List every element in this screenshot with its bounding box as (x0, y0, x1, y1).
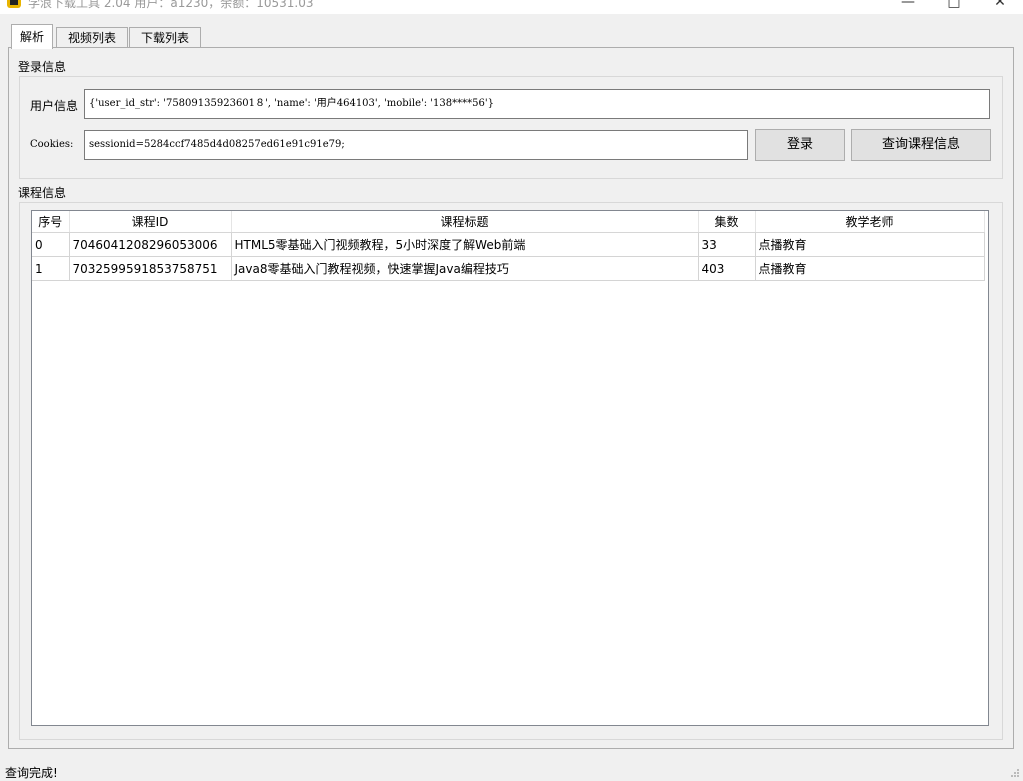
maximize-icon[interactable]: □ (944, 0, 964, 12)
table-row[interactable]: 1 7032599591853758751 Java8零基础入门教程视频，快速掌… (32, 256, 985, 281)
cell-course-id: 7032599591853758751 (69, 256, 232, 281)
status-text: 查询完成! (5, 766, 58, 780)
course-table[interactable]: 序号 课程ID 课程标题 集数 教学老师 0 70460412082960530… (31, 210, 989, 726)
user-info-label: 用户信息 (30, 99, 79, 113)
table-header-row: 序号 课程ID 课程标题 集数 教学老师 (32, 211, 985, 233)
query-course-button[interactable]: 查询课程信息 (851, 129, 991, 161)
tab-video-list[interactable]: 视频列表 (56, 27, 128, 48)
cell-course-title: Java8零基础入门教程视频，快速掌握Java编程技巧 (231, 256, 699, 281)
status-bar: 查询完成! (0, 757, 1023, 781)
column-header-course-id[interactable]: 课程ID (69, 211, 232, 233)
close-icon[interactable]: ✕ (990, 0, 1010, 12)
tab-parse[interactable]: 解析 (11, 24, 53, 49)
column-header-teacher[interactable]: 教学老师 (755, 211, 985, 233)
cell-course-title: HTML5零基础入门视频教程，5小时深度了解Web前端 (231, 232, 699, 257)
course-group-title: 课程信息 (18, 186, 67, 200)
resize-grip-icon[interactable] (1010, 768, 1020, 778)
title-bar: 学浪下载工具 2.04 用户：a1230，余额：10531.03 — □ ✕ (0, 0, 1023, 14)
window-title: 学浪下载工具 2.04 用户：a1230，余额：10531.03 (28, 0, 314, 10)
cell-episodes: 403 (698, 256, 756, 281)
cell-episodes: 33 (698, 232, 756, 257)
tab-download-list[interactable]: 下载列表 (129, 27, 201, 48)
login-button[interactable]: 登录 (755, 129, 845, 161)
app-icon (7, 0, 21, 8)
cell-course-id: 7046041208296053006 (69, 232, 232, 257)
column-header-course-title[interactable]: 课程标题 (231, 211, 699, 233)
cell-index: 1 (32, 256, 70, 281)
column-header-episodes[interactable]: 集数 (698, 211, 756, 233)
cookies-input[interactable]: sessionid=5284ccf7485d4d08257ed61e91c91e… (84, 130, 748, 160)
login-group-title: 登录信息 (18, 60, 67, 74)
cell-teacher: 点播教育 (755, 256, 985, 281)
cookies-label: Cookies: (30, 139, 74, 150)
table-row[interactable]: 0 7046041208296053006 HTML5零基础入门视频教程，5小时… (32, 232, 985, 257)
column-header-index[interactable]: 序号 (32, 211, 70, 233)
cell-teacher: 点播教育 (755, 232, 985, 257)
user-info-field[interactable]: {'user_id_str': '75809135923601８', 'name… (84, 89, 990, 119)
cell-index: 0 (32, 232, 70, 257)
course-table-grid: 序号 课程ID 课程标题 集数 教学老师 0 70460412082960530… (32, 211, 985, 281)
minimize-icon[interactable]: — (898, 0, 918, 12)
